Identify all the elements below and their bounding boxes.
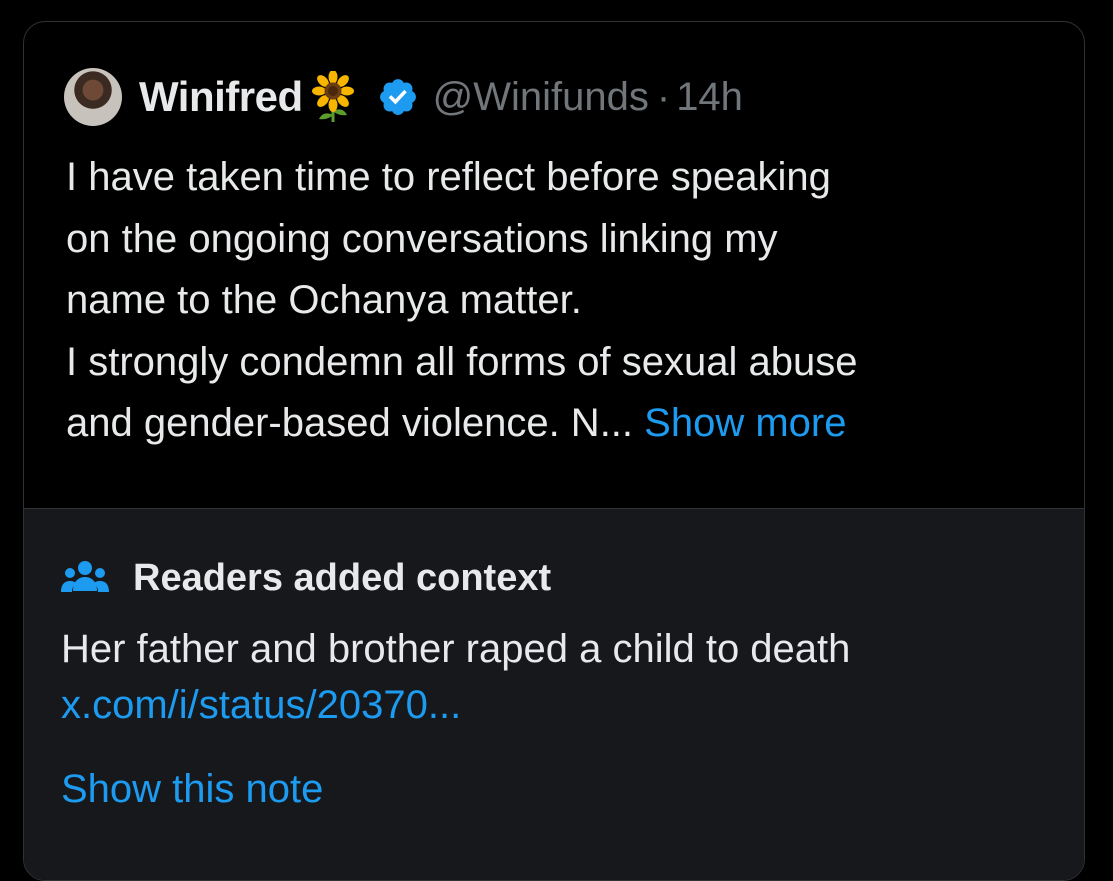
separator-dot: ·	[656, 74, 671, 119]
post-timestamp[interactable]: 14h	[676, 75, 743, 120]
post-text-line: name to the Ochanya matter.	[66, 278, 582, 322]
post-text-line: on the ongoing conversations linking my	[66, 216, 778, 261]
verified-badge-icon	[379, 79, 416, 115]
post-text-line-last: and gender-based violence. N... Show mor…	[66, 393, 1056, 455]
post-text-line: I strongly condemn all forms of sexual a…	[66, 339, 858, 384]
display-name[interactable]: Winifred	[139, 73, 303, 121]
post-text-line: I have taken time to reflect before spea…	[66, 155, 831, 199]
post-text-truncated: and gender-based violence. N...	[66, 401, 645, 445]
community-note-link[interactable]: x.com/i/status/20370...	[61, 677, 461, 733]
community-note-header: Readers added context	[61, 557, 551, 600]
show-this-note-link[interactable]: Show this note	[61, 761, 323, 817]
community-note: Readers added context Her father and bro…	[24, 508, 1084, 880]
author-row: Winifred @Winifunds · 14h	[64, 68, 743, 126]
community-note-body: Her father and brother raped a child to …	[61, 627, 851, 671]
avatar[interactable]	[64, 68, 122, 126]
post[interactable]: Winifred @Winifunds · 14h I have taken t…	[24, 22, 1084, 508]
post-card[interactable]: Winifred @Winifunds · 14h I have taken t…	[23, 21, 1085, 881]
author-handle[interactable]: @Winifunds	[433, 75, 649, 120]
post-text: I have taken time to reflect before spea…	[66, 147, 1056, 455]
community-note-title: Readers added context	[133, 557, 552, 599]
people-icon	[61, 560, 109, 592]
show-more-link[interactable]: Show more	[644, 401, 846, 445]
sunflower-icon	[311, 71, 354, 122]
